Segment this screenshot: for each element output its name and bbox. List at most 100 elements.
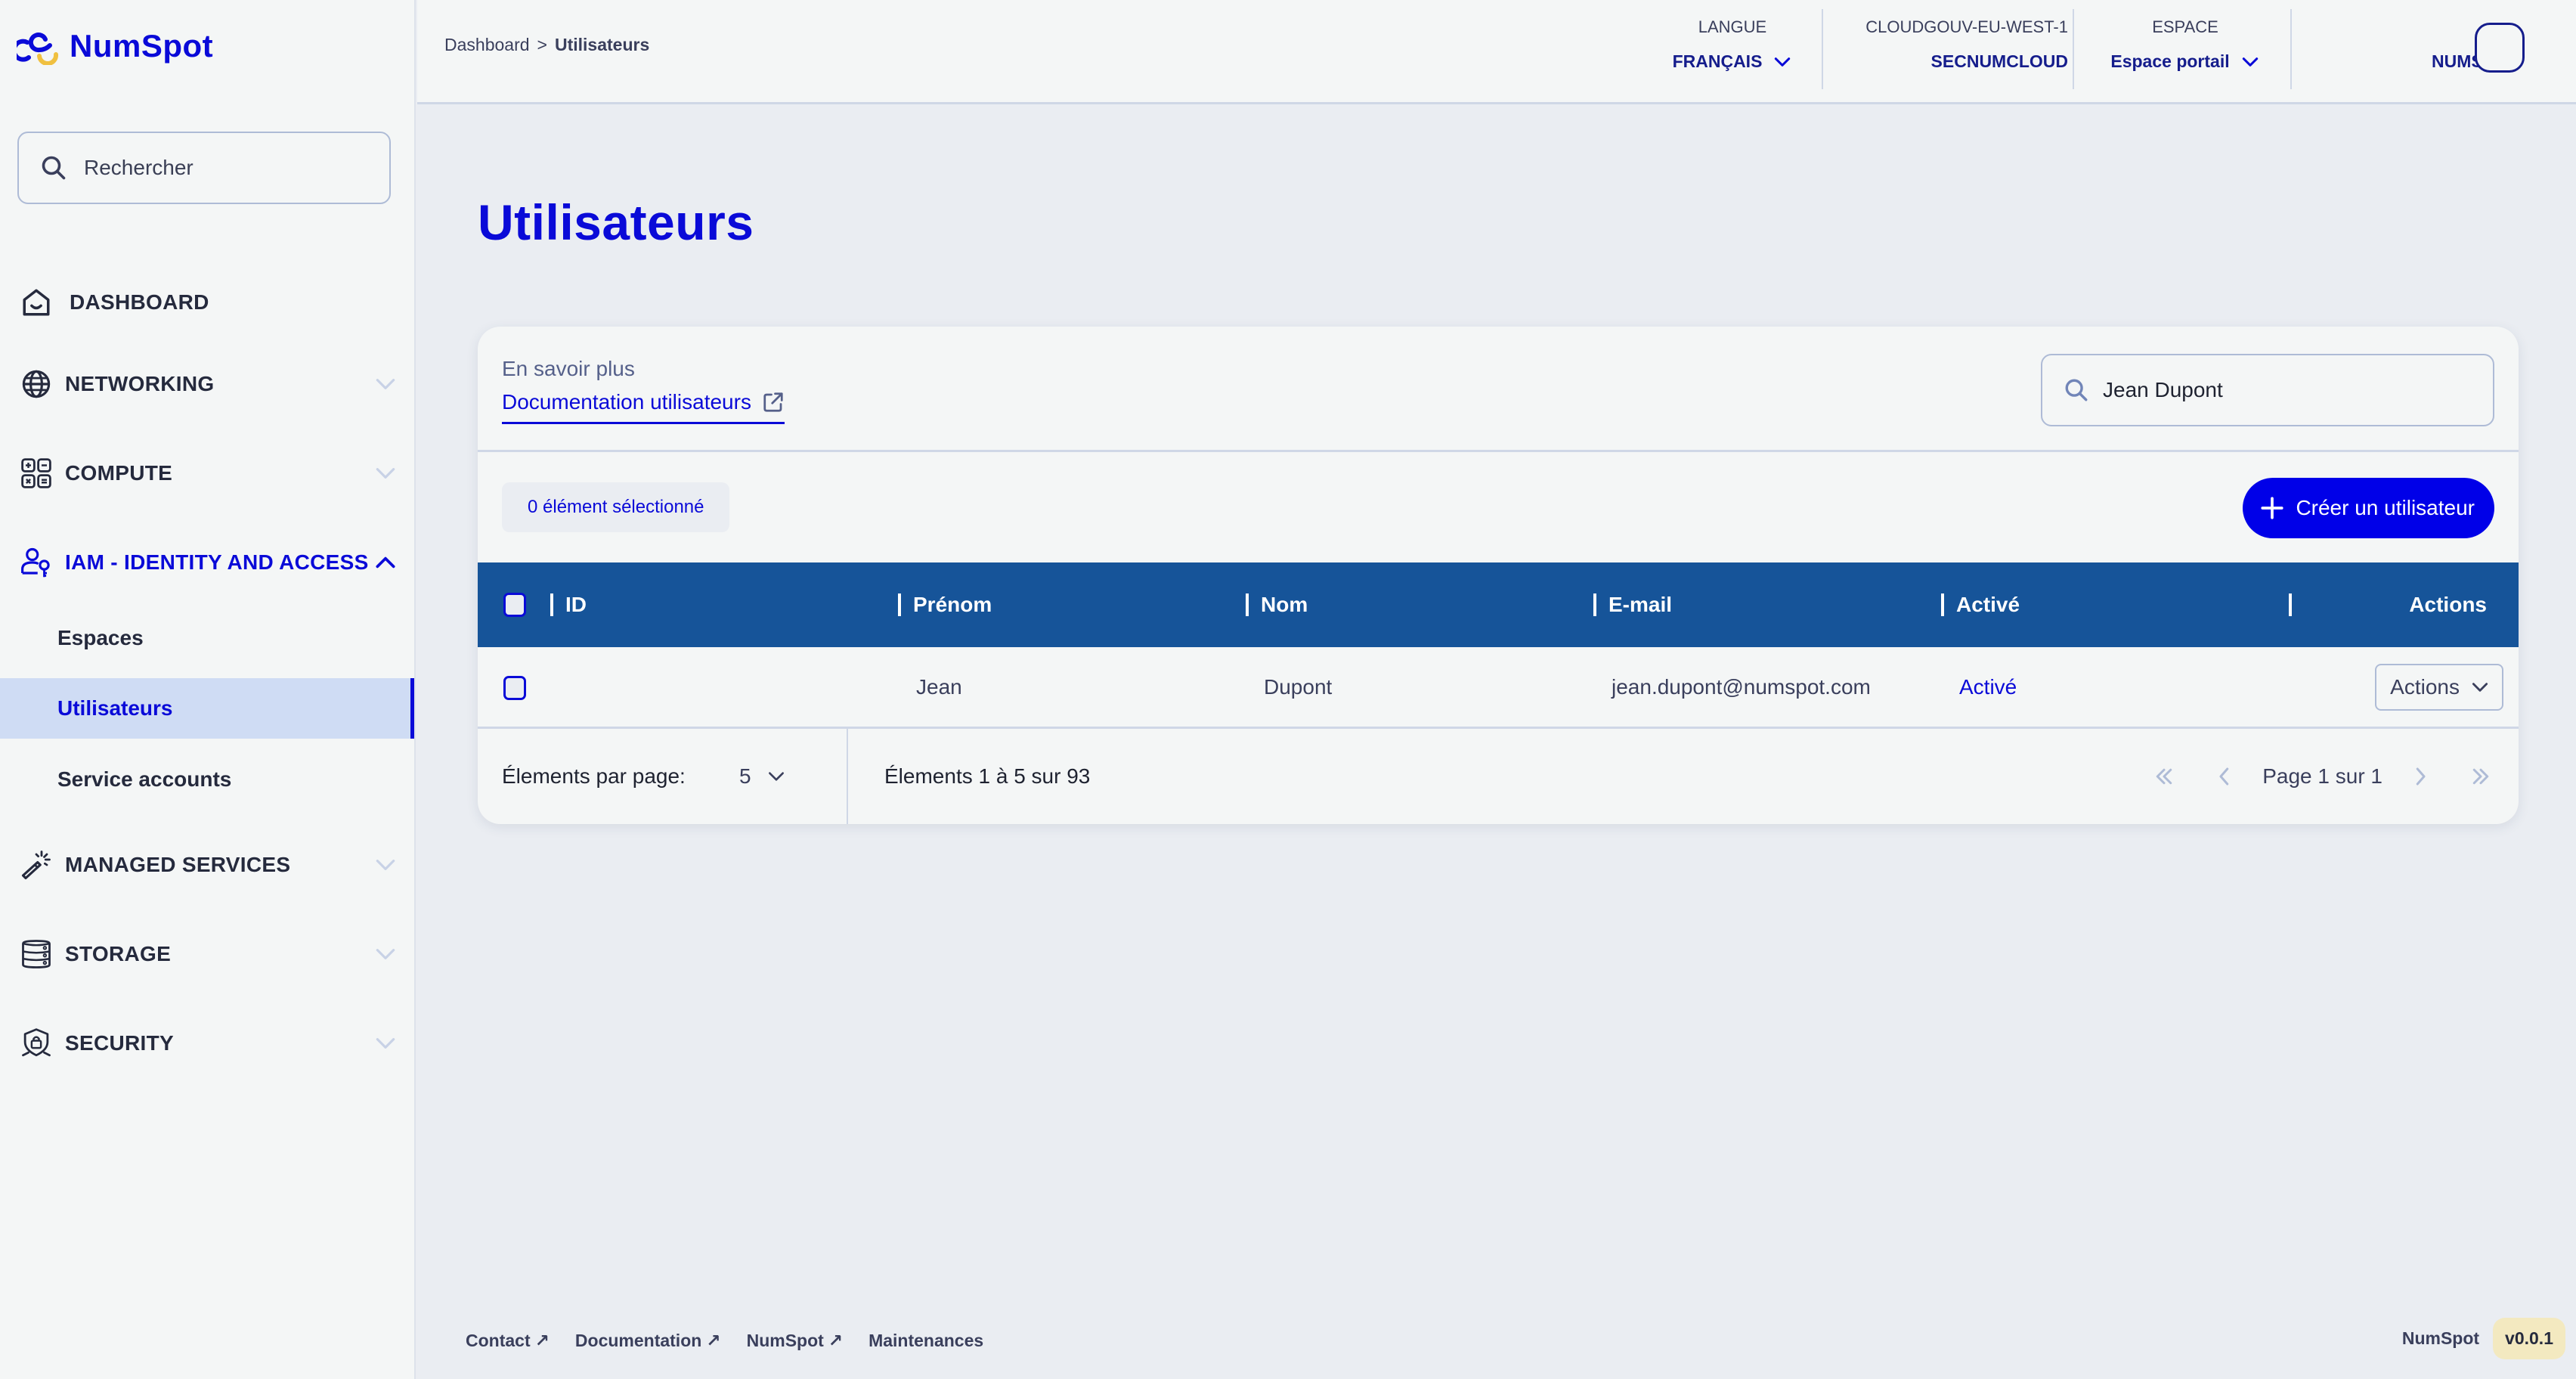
chevron-down-icon <box>2472 683 2488 692</box>
pager: Page 1 sur 1 <box>2149 729 2496 824</box>
chevron-up-icon[interactable] <box>373 550 398 575</box>
sidebar-item-compute[interactable]: COMPUTE <box>0 443 414 504</box>
pagination-bar: Élements par page: 5 Élements 1 à 5 sur … <box>478 729 2519 824</box>
footer-links: Contact ↗ Documentation ↗ NumSpot ↗ Mainten… <box>466 1331 983 1351</box>
user-search-input[interactable] <box>2103 378 2481 402</box>
chevron-right-icon <box>2416 767 2426 786</box>
language-dropdown[interactable]: FRANÇAIS <box>1673 51 1793 72</box>
sidebar-subitem-label: Espaces <box>57 626 144 649</box>
region-value: SECNUMCLOUD <box>1930 51 2068 71</box>
language-value: FRANÇAIS <box>1672 51 1763 71</box>
create-user-label: Créer un utilisateur <box>2296 496 2475 519</box>
chevron-down-icon <box>2242 57 2258 67</box>
range-text: Élements 1 à 5 sur 93 <box>884 764 1091 788</box>
selection-count-badge: 0 élément sélectionné <box>502 482 730 532</box>
chevron-down-icon <box>1775 57 1791 67</box>
footer-version-info: NumSpot v0.0.1 <box>2402 1318 2565 1359</box>
header-divider <box>2290 9 2292 89</box>
chevron-down-icon[interactable] <box>373 853 398 877</box>
first-page-button[interactable] <box>2149 761 2179 792</box>
language-label: LANGUE <box>1698 17 1767 36</box>
version-badge: v0.0.1 <box>2493 1318 2565 1359</box>
documentation-link[interactable]: Documentation utilisateurs <box>502 390 785 424</box>
column-header-divider <box>2289 562 2304 647</box>
sidebar-subitem-label: Utilisateurs <box>57 696 173 720</box>
column-header-id[interactable]: ID <box>550 562 587 647</box>
user-avatar-button[interactable] <box>2475 23 2525 73</box>
calculator-icon <box>20 457 53 490</box>
plus-icon <box>2261 497 2284 519</box>
row-checkbox[interactable] <box>503 676 526 700</box>
breadcrumb-current: Utilisateurs <box>554 35 650 54</box>
magic-wand-icon <box>20 848 53 882</box>
user-search[interactable] <box>2041 354 2494 426</box>
breadcrumb-dashboard-link[interactable]: Dashboard <box>444 35 530 55</box>
cell-email: jean.dupont@numspot.com <box>1612 674 1871 699</box>
sidebar-subitem-utilisateurs[interactable]: Utilisateurs <box>0 678 414 739</box>
footer-link-contact[interactable]: Contact ↗ <box>466 1331 550 1351</box>
sidebar-subitem-service-accounts[interactable]: Service accounts <box>0 749 414 810</box>
sidebar-search-input[interactable] <box>84 156 371 180</box>
create-user-button[interactable]: Créer un utilisateur <box>2243 478 2494 538</box>
breadcrumb-separator: > <box>537 35 547 54</box>
chevron-left-icon <box>2219 767 2229 786</box>
sidebar-item-label: STORAGE <box>65 942 172 965</box>
column-header-first-name[interactable]: Prénom <box>898 562 992 647</box>
column-header-enabled[interactable]: Activé <box>1941 562 2020 647</box>
sidebar: NumSpot DASHBOARD NETWORKING COMPUTE <box>0 0 416 1379</box>
sidebar-item-dashboard[interactable]: DASHBOARD <box>0 272 414 333</box>
page-indicator: Page 1 sur 1 <box>2262 764 2382 788</box>
users-card: En savoir plus Documentation utilisateur… <box>478 327 2519 824</box>
per-page-select[interactable]: 5 <box>739 729 786 824</box>
column-header-email[interactable]: E-mail <box>1593 562 1672 647</box>
documentation-link-label: Documentation utilisateurs <box>502 390 751 414</box>
previous-page-button[interactable] <box>2209 761 2240 792</box>
cell-last-name: Dupont <box>1264 674 1333 699</box>
column-header-last-name[interactable]: Nom <box>1246 562 1308 647</box>
table-header: ID Prénom Nom E-mail Activé Actions <box>478 562 2519 647</box>
numspot-logo-icon <box>17 33 59 65</box>
footer-link-maintenances[interactable]: Maintenances <box>868 1331 983 1351</box>
sidebar-item-label: COMPUTE <box>65 461 173 485</box>
external-arrow-icon: ↗ <box>706 1331 721 1350</box>
chevron-down-icon[interactable] <box>373 942 398 966</box>
space-dropdown[interactable]: Espace portail <box>2110 51 2259 72</box>
sidebar-item-label: MANAGED SERVICES <box>65 853 291 876</box>
chevron-down-icon[interactable] <box>373 1031 398 1055</box>
cell-first-name: Jean <box>916 674 962 699</box>
numspot-logo[interactable]: NumSpot <box>17 27 213 65</box>
sidebar-item-storage[interactable]: STORAGE <box>0 924 414 984</box>
sidebar-item-iam[interactable]: IAM - IDENTITY AND ACCESS <box>0 532 414 593</box>
table-row: Jean Dupont jean.dupont@numspot.com Acti… <box>478 647 2519 729</box>
user-key-icon <box>20 546 53 579</box>
chevron-down-icon <box>768 772 784 781</box>
sidebar-item-label: DASHBOARD <box>70 290 209 314</box>
sidebar-item-networking[interactable]: NETWORKING <box>0 354 414 414</box>
select-all-checkbox[interactable] <box>503 593 526 617</box>
chevron-down-icon[interactable] <box>373 372 398 396</box>
footer-link-documentation[interactable]: Documentation ↗ <box>575 1331 721 1351</box>
footer-brand: NumSpot <box>2401 1328 2480 1348</box>
language-selector[interactable]: LANGUE FRANÇAIS <box>1657 14 1808 89</box>
sidebar-item-managed-services[interactable]: MANAGED SERVICES <box>0 835 414 895</box>
database-icon <box>20 937 53 971</box>
footer-link-numspot[interactable]: NumSpot ↗ <box>747 1331 844 1351</box>
sidebar-item-security[interactable]: SECURITY <box>0 1013 414 1074</box>
search-icon <box>2065 379 2088 401</box>
last-page-button[interactable] <box>2466 761 2496 792</box>
row-actions-dropdown[interactable]: Actions <box>2375 664 2503 711</box>
sidebar-item-label: SECURITY <box>65 1031 174 1055</box>
chevrons-left-icon <box>2156 768 2172 785</box>
cell-status: Activé <box>1959 674 2017 699</box>
chevron-down-icon[interactable] <box>373 461 398 485</box>
per-page-label: Élements par page: <box>502 764 686 788</box>
next-page-button[interactable] <box>2405 761 2435 792</box>
learn-more-label: En savoir plus <box>502 357 635 380</box>
sidebar-search[interactable] <box>17 132 391 204</box>
row-actions-label: Actions <box>2390 675 2460 699</box>
per-page-value: 5 <box>739 764 751 788</box>
space-selector[interactable]: ESPACE Espace portail <box>2091 14 2280 89</box>
globe-icon <box>20 367 53 401</box>
sidebar-subitem-espaces[interactable]: Espaces <box>0 608 414 668</box>
breadcrumb: Dashboard > Utilisateurs <box>444 35 649 55</box>
